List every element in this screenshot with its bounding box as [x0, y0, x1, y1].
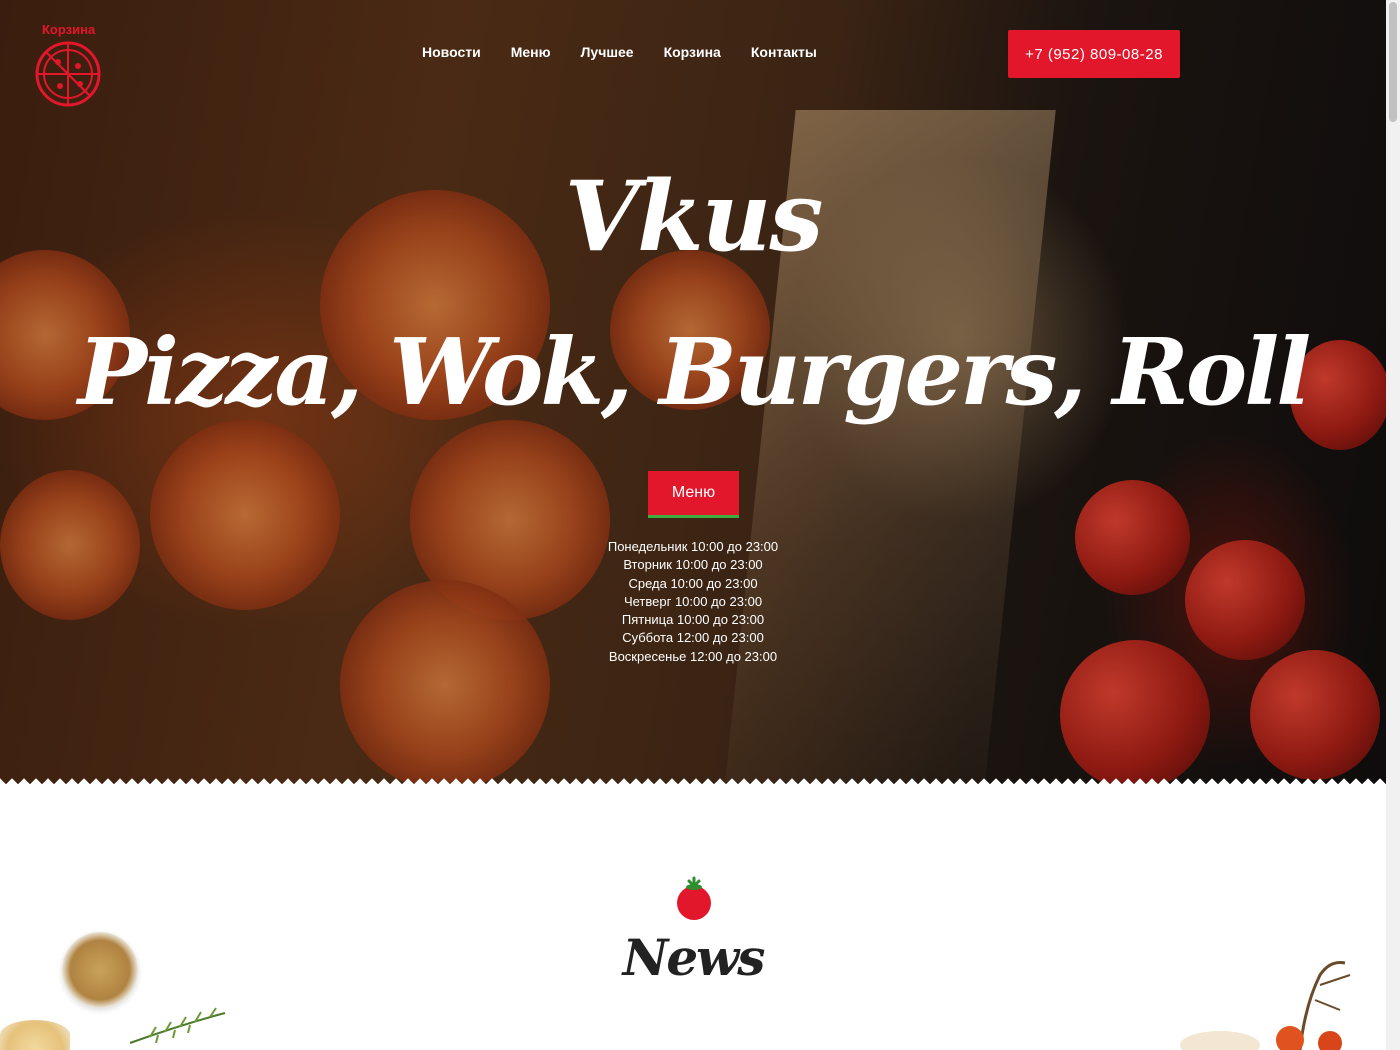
- vegetables-image: [1180, 961, 1351, 1050]
- nav-item-best[interactable]: Лучшее: [581, 44, 634, 60]
- tomato-icon: [677, 876, 711, 920]
- hours-friday: Пятница 10:00 до 23:00: [621, 612, 765, 628]
- hours-wednesday: Среда 10:00 до 23:00: [628, 575, 758, 591]
- hours-tuesday: Вторник 10:00 до 23:00: [623, 557, 763, 573]
- hero-subtitle: Pizza, Wok, Burgers, Roll: [77, 318, 1311, 426]
- hours-monday: Понедельник 10:00 до 23:00: [607, 539, 779, 554]
- nav-item-menu[interactable]: Меню: [511, 44, 551, 60]
- nav-item-news[interactable]: Новости: [422, 44, 481, 60]
- nav-item-cart[interactable]: Корзина: [664, 44, 721, 60]
- spice-bowl-image: [62, 932, 138, 1008]
- site-logo[interactable]: Корзина: [34, 20, 104, 110]
- nav-item-contacts[interactable]: Контакты: [751, 44, 817, 60]
- scrollbar-thumb[interactable]: [1389, 2, 1397, 122]
- opening-hours: Понедельник 10:00 до 23:00 Вторник 10:00…: [0, 538, 1386, 666]
- rosemary-image: [130, 1007, 226, 1044]
- phone-button[interactable]: +7 (952) 809-08-28: [1008, 30, 1180, 78]
- zigzag-divider: [0, 778, 1386, 790]
- hours-sunday: Воскресенье 12:00 до 23:00: [608, 648, 778, 664]
- hours-thursday: Четверг 10:00 до 23:00: [623, 593, 763, 609]
- pizza-logo-icon: [35, 41, 101, 107]
- menu-button[interactable]: Меню: [648, 471, 739, 518]
- news-heading: News: [622, 928, 766, 987]
- bowl-image: [0, 1020, 70, 1050]
- cherry-tomato-image: [1250, 650, 1380, 780]
- logo-label: Корзина: [42, 22, 96, 37]
- hours-saturday: Суббота 12:00 до 23:00: [622, 630, 764, 646]
- main-nav: Новости Меню Лучшее Корзина Контакты: [422, 44, 817, 60]
- hero-title: Vkus: [564, 160, 824, 273]
- page-scrollbar[interactable]: [1386, 0, 1400, 1050]
